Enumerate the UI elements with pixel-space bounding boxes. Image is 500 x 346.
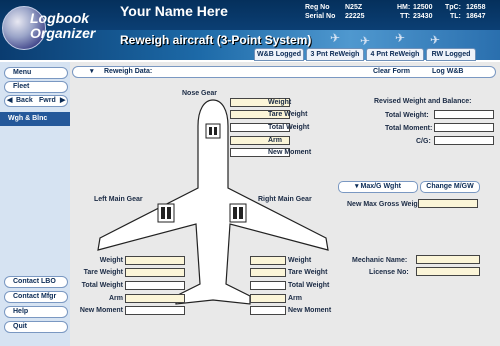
reweigh-data-label: Reweigh Data: [104, 68, 153, 75]
nose-weight-label: Weight [268, 99, 292, 106]
sidebar-item-menu[interactable]: Menu [4, 67, 68, 79]
serial-value: 22225 [345, 13, 365, 20]
log-wb-button[interactable]: Log W&B [432, 67, 464, 77]
tab-4pnt-reweigh[interactable]: 4 Pnt ReWeigh [366, 48, 424, 61]
plane-icon: ✈ [360, 34, 371, 48]
right-tare-input[interactable] [250, 268, 286, 277]
left-arm-input[interactable] [125, 294, 185, 303]
right-tare-label: Tare Weight [288, 269, 328, 276]
sidebar-item-contact-lbo[interactable]: Contact LBO [4, 276, 68, 288]
revised-total-weight-field [434, 110, 494, 119]
wheel-icon [209, 127, 212, 135]
right-main-gear-icon [229, 203, 247, 223]
revised-total-moment-label: Total Moment: [385, 125, 433, 132]
right-arm-input[interactable] [250, 294, 286, 303]
plane-icon: ✈ [430, 33, 441, 47]
forward-button[interactable]: Fwrd [39, 96, 56, 106]
logo-text-line1: Logbook [30, 10, 90, 26]
left-total-label: Total Weight [81, 282, 123, 289]
new-max-gross-weight-input[interactable] [418, 199, 478, 208]
right-total-field [250, 281, 286, 290]
right-weight-label: Weight [288, 257, 312, 264]
nose-total-label: Total Weight [268, 124, 310, 131]
change-mgw-button[interactable]: Change M/GW [420, 181, 480, 193]
right-moment-label: New Moment [288, 307, 332, 314]
plane-icon: ✈ [395, 31, 406, 45]
revised-total-moment-field [434, 123, 494, 132]
revised-title: Revised Weight and Balance: [374, 98, 472, 105]
sidebar-item-contact-mfgr[interactable]: Contact Mfgr [4, 291, 68, 303]
nose-gear-icon [205, 123, 221, 139]
left-weight-input[interactable] [125, 256, 185, 265]
right-arm-label: Arm [288, 295, 303, 302]
back-button[interactable]: Back [16, 96, 33, 106]
hm-label: HM: [397, 4, 411, 11]
max-gross-weight-button[interactable]: ▾ Max/G Wght [338, 181, 418, 193]
license-no-label: License No: [369, 269, 409, 276]
sidebar-item-help[interactable]: Help [4, 306, 68, 318]
forward-arrow-icon[interactable]: ▶ [60, 96, 65, 106]
wheel-icon [167, 207, 171, 219]
tt-value: 23430 [413, 13, 433, 20]
mechanic-name-label: Mechanic Name: [352, 257, 408, 264]
mechanic-name-input[interactable] [416, 255, 480, 264]
sidebar-item-fleet[interactable]: Fleet [4, 81, 68, 93]
sidebar-item-wgh-blnc[interactable]: Wgh & Blnc [0, 112, 70, 126]
tpc-label: TpC: [445, 4, 461, 11]
reg-value: N25Z [345, 4, 363, 11]
user-name: Your Name Here [120, 3, 228, 19]
right-main-gear-title: Right Main Gear [258, 196, 312, 203]
right-moment-field [250, 306, 286, 315]
plane-icon: ✈ [330, 31, 341, 45]
tab-wb-logged[interactable]: W&B Logged [254, 48, 304, 61]
revised-cg-field [434, 136, 494, 145]
tt-label: TT: [400, 13, 411, 20]
wheel-icon [161, 207, 165, 219]
left-main-gear-icon [157, 203, 175, 223]
license-no-input[interactable] [416, 267, 480, 276]
max-gross-weight-label: Max/G Wght [360, 183, 401, 190]
right-weight-input[interactable] [250, 256, 286, 265]
left-tare-label: Tare Weight [83, 269, 123, 276]
expand-arrow-icon[interactable]: ▾ [90, 67, 94, 77]
new-max-gross-weight-label: New Max Gross Weight: [347, 201, 427, 208]
left-tare-input[interactable] [125, 268, 185, 277]
left-main-gear-title: Left Main Gear [94, 196, 143, 203]
logo-text-line2: Organizer [30, 25, 96, 41]
revised-cg-label: C/G: [416, 138, 431, 145]
nose-tare-label: Tare Weight [268, 111, 308, 118]
serial-label: Serial No [305, 13, 336, 20]
nose-arm-label: Arm [268, 137, 283, 144]
right-total-label: Total Weight [288, 282, 330, 289]
tpc-value: 12658 [466, 4, 486, 11]
wheel-icon [233, 207, 237, 219]
left-moment-label: New Moment [79, 307, 123, 314]
sidebar-item-quit[interactable]: Quit [4, 321, 68, 333]
back-arrow-icon[interactable]: ◀ [7, 96, 12, 106]
left-total-field [125, 281, 185, 290]
left-weight-label: Weight [99, 257, 123, 264]
revised-total-weight-label: Total Weight: [385, 112, 429, 119]
wheel-icon [214, 127, 217, 135]
left-arm-label: Arm [108, 295, 123, 302]
tab-rw-logged[interactable]: RW Logged [426, 48, 476, 61]
tl-value: 18647 [466, 13, 486, 20]
left-moment-field [125, 306, 185, 315]
nose-moment-label: New Moment [268, 149, 312, 156]
clear-form-button[interactable]: Clear Form [373, 67, 410, 77]
back-forward-control: ◀ Back Fwrd ▶ [4, 95, 68, 107]
tl-label: TL: [450, 13, 461, 20]
tab-3pnt-reweigh[interactable]: 3 Pnt ReWeigh [306, 48, 364, 61]
page-title: Reweigh aircraft (3-Point System) [120, 33, 312, 47]
hm-value: 12500 [413, 4, 433, 11]
reg-label: Reg No [305, 4, 330, 11]
nose-gear-title: Nose Gear [182, 90, 218, 97]
wheel-icon [239, 207, 243, 219]
